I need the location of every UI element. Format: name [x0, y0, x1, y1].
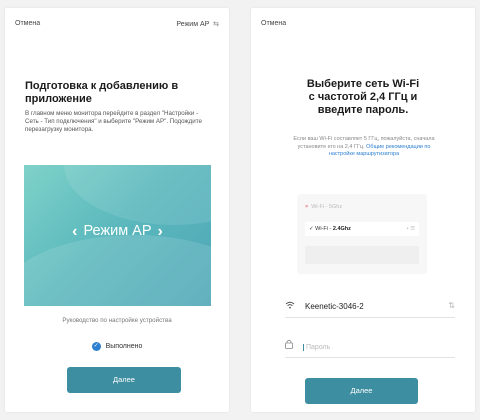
password-input[interactable]: [303, 344, 443, 351]
network-name: Wi-Fi - 5Ghz: [311, 204, 343, 210]
wifi-network-name: Keenetic-3046-2: [305, 302, 364, 311]
network-list-illustration: × Wi-Fi - 5Ghz ✓ Wi-Fi - 2.4Ghz • ☰: [297, 194, 427, 274]
mode-switch-link[interactable]: Режим AP ⇆: [176, 20, 219, 28]
done-checkbox[interactable]: ✓ Выполнено: [5, 342, 229, 351]
chevron-right-icon: ›: [157, 223, 163, 240]
top-bar: Отмена Режим AP ⇆: [5, 8, 229, 38]
app-root: Отмена Режим AP ⇆ Подготовка к добавлени…: [0, 0, 480, 420]
wifi-network-selector[interactable]: Keenetic-3046-2 ⇅: [285, 298, 455, 314]
network-row-24ghz: ✓ Wi-Fi - 2.4Ghz • ☰: [305, 222, 419, 236]
network-row-5ghz: × Wi-Fi - 5Ghz: [305, 200, 419, 214]
password-field[interactable]: [285, 338, 455, 354]
switch-arrows-icon: ⇆: [213, 21, 219, 28]
divider: [285, 317, 455, 318]
lock-icon: [285, 338, 297, 354]
banner-label-row: ‹ Режим AP ›: [24, 223, 211, 241]
check-circle-icon: ✓: [91, 342, 101, 351]
next-button[interactable]: Далее: [67, 367, 181, 393]
next-button[interactable]: Далее: [305, 378, 418, 404]
network-band: 2.4Ghz: [332, 226, 351, 232]
ap-mode-banner: ‹ Режим AP ›: [24, 165, 211, 306]
signal-menu-icon: • ☰: [406, 226, 415, 232]
network-row-placeholder: [305, 246, 419, 264]
banner-wave-decoration: [24, 235, 211, 306]
swap-icon[interactable]: ⇅: [448, 298, 455, 314]
banner-label: Режим AP: [83, 223, 152, 239]
title-line: Выберите сеть Wi-Fi: [306, 78, 420, 90]
setup-guide-link[interactable]: Руководство по настройке устройства: [5, 317, 229, 324]
wifi-icon: [285, 298, 297, 314]
title-line: введите пароль.: [317, 104, 409, 116]
page-title: Выберите сеть Wi-Fi с частотой 2,4 ГГц и…: [251, 78, 475, 117]
divider: [285, 357, 455, 358]
banner-wave-decoration: [64, 165, 211, 225]
page-title: Подготовка к добавлению в приложение: [25, 80, 179, 105]
frequency-note: Если ваш Wi-Fi составляет 5 ГГц, пожалуй…: [289, 136, 439, 159]
wifi-select-screen: Отмена Выберите сеть Wi-Fi с частотой 2,…: [251, 8, 475, 412]
cross-icon: ×: [305, 204, 309, 210]
mode-switch-label: Режим AP: [176, 21, 210, 28]
cancel-button[interactable]: Отмена: [15, 20, 40, 27]
done-label: Выполнено: [105, 343, 143, 350]
chevron-left-icon: ‹: [72, 223, 78, 240]
ap-mode-prep-screen: Отмена Режим AP ⇆ Подготовка к добавлени…: [5, 8, 229, 412]
cancel-button[interactable]: Отмена: [261, 20, 286, 27]
network-prefix: Wi-Fi -: [315, 226, 332, 232]
title-line: с частотой 2,4 ГГц и: [308, 91, 418, 103]
instructions-text: В главном меню монитора перейдите в разд…: [25, 110, 202, 133]
top-bar: Отмена: [251, 8, 475, 38]
